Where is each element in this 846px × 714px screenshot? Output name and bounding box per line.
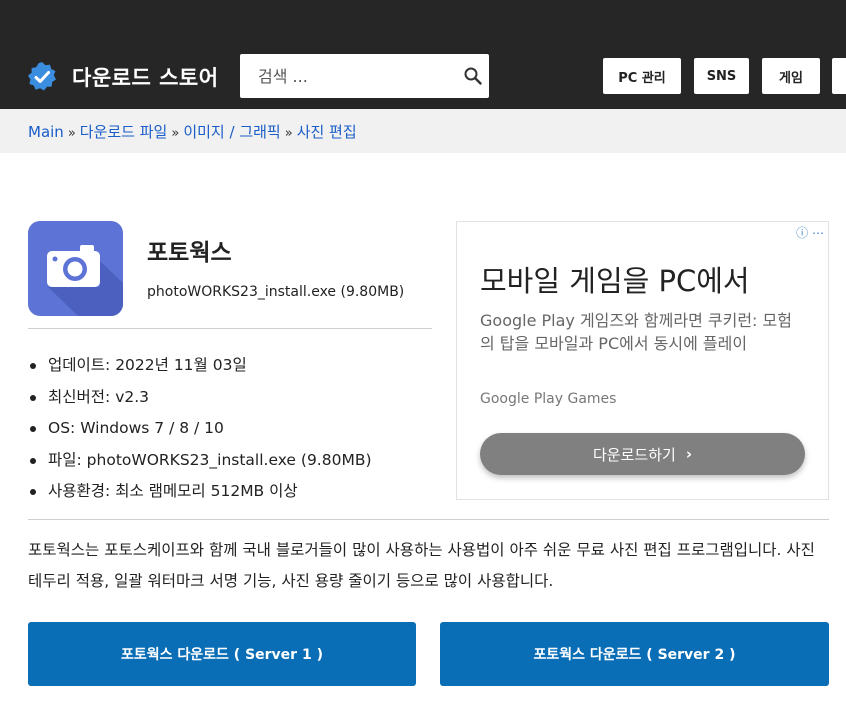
app-description: 포토웍스는 포토스케이프와 함께 국내 블로거들이 많이 사용하는 사용법이 아… <box>28 541 815 590</box>
ad-download-button[interactable]: 다운로드하기 › <box>480 433 805 475</box>
divider <box>28 328 432 329</box>
ad-banner[interactable]: ⓘ ⋯ 모바일 게임을 PC에서 Google Play 게임즈와 함께라면 쿠… <box>456 221 829 500</box>
divider <box>28 519 829 520</box>
ad-download-label: 다운로드하기 <box>593 445 676 464</box>
search-input[interactable] <box>240 54 455 98</box>
info-updated: 업데이트: 2022년 11월 03일 <box>28 350 372 382</box>
top-strip <box>0 0 846 43</box>
app-file-name: photoWORKS23_install.exe (9.80MB) <box>147 284 405 300</box>
nav-more-button[interactable] <box>832 58 846 94</box>
site-header: 다운로드 스토어 PC 관리 SNS 게임 <box>0 43 846 109</box>
breadcrumb-photo-edit[interactable]: 사진 편집 <box>297 123 357 141</box>
ad-title[interactable]: 모바일 게임을 PC에서 <box>480 258 750 300</box>
breadcrumb-separator: » <box>284 126 293 141</box>
verified-badge-icon <box>28 62 56 91</box>
breadcrumb-image-graphics[interactable]: 이미지 / 그래픽 <box>183 123 280 141</box>
chevron-right-icon: › <box>685 445 692 463</box>
nav-pc-manage-button[interactable]: PC 관리 <box>603 58 681 94</box>
app-title: 포토웍스 <box>147 240 232 266</box>
site-title[interactable]: 다운로드 스토어 <box>72 62 219 92</box>
breadcrumb-downloads[interactable]: 다운로드 파일 <box>80 123 168 141</box>
breadcrumb: Main» 다운로드 파일» 이미지 / 그래픽» 사진 편집 <box>28 121 357 142</box>
ad-brand[interactable]: Google Play Games <box>480 391 616 407</box>
ad-description[interactable]: Google Play 게임즈와 함께라면 쿠키런: 모험의 탑을 모바일과 P… <box>480 309 800 355</box>
breadcrumb-bar: Main» 다운로드 파일» 이미지 / 그래픽» 사진 편집 <box>0 109 846 153</box>
search-icon[interactable] <box>463 66 483 86</box>
download-server1-button[interactable]: 포토웍스 다운로드 ( Server 1 ) <box>28 622 416 686</box>
info-requirements: 사용환경: 최소 램메모리 512MB 이상 <box>28 476 372 508</box>
info-version: 최신버전: v2.3 <box>28 382 372 414</box>
breadcrumb-main[interactable]: Main <box>28 123 64 141</box>
search-box <box>240 54 489 98</box>
info-file: 파일: photoWORKS23_install.exe (9.80MB) <box>28 445 372 477</box>
nav-sns-button[interactable]: SNS <box>694 58 749 94</box>
camera-icon <box>47 245 123 316</box>
ad-info-icon[interactable]: ⓘ ⋯ <box>796 224 824 241</box>
breadcrumb-separator: » <box>171 126 180 141</box>
info-os: OS: Windows 7 / 8 / 10 <box>28 413 372 445</box>
download-server2-button[interactable]: 포토웍스 다운로드 ( Server 2 ) <box>440 622 829 686</box>
nav-game-button[interactable]: 게임 <box>762 58 820 94</box>
breadcrumb-separator: » <box>67 126 76 141</box>
app-icon <box>28 221 123 316</box>
app-info-list: 업데이트: 2022년 11월 03일 최신버전: v2.3 OS: Windo… <box>28 350 372 508</box>
